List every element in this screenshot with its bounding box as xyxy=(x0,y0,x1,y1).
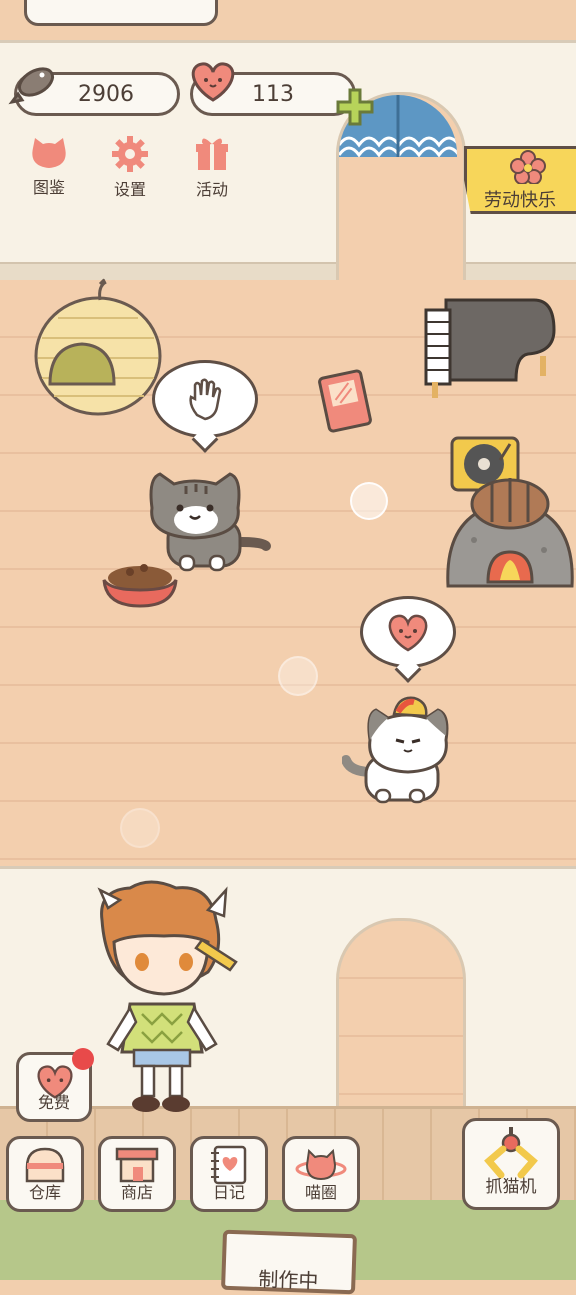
grand-piano[interactable] xyxy=(424,292,556,406)
settings-button[interactable]: 设置 xyxy=(95,136,165,200)
floating-bubble[interactable] xyxy=(120,808,160,848)
flower-icon xyxy=(508,150,548,188)
crafting-status-label: 制作中 xyxy=(257,1266,319,1294)
floating-bubble[interactable] xyxy=(350,482,388,520)
add-hearts-button[interactable] xyxy=(336,88,374,130)
book-item[interactable] xyxy=(314,368,376,438)
food-bowl[interactable] xyxy=(100,556,180,614)
crafting-status-sign[interactable]: 制作中 xyxy=(220,1229,358,1295)
cat-face-icon xyxy=(32,138,66,168)
pet-request-bubble[interactable] xyxy=(152,360,258,438)
events-button[interactable]: 活动 xyxy=(177,136,247,200)
settings-label: 设置 xyxy=(113,180,146,199)
heart-request-bubble[interactable] xyxy=(360,596,456,668)
shop-label: 商店 xyxy=(120,1183,153,1202)
events-label: 活动 xyxy=(195,180,228,199)
straw-cat-bed[interactable] xyxy=(34,278,166,424)
free-reward-label: 免费 xyxy=(37,1093,70,1112)
notification-dot xyxy=(72,1048,94,1070)
shop-button[interactable]: 商店 xyxy=(98,1136,176,1212)
claw-machine-label: 抓猫机 xyxy=(485,1177,537,1197)
fish-icon xyxy=(8,60,58,110)
player-character[interactable] xyxy=(90,880,250,1124)
storage-label: 仓库 xyxy=(28,1183,61,1202)
fish-count: 2906 xyxy=(78,81,134,107)
gift-icon xyxy=(196,138,228,170)
floating-bubble[interactable] xyxy=(278,656,318,696)
gear-icon xyxy=(112,136,148,172)
collection-label: 图鉴 xyxy=(32,178,65,197)
cat-circle-button[interactable]: 喵圈 xyxy=(282,1136,360,1212)
heart-icon xyxy=(186,60,240,108)
collection-button[interactable]: 图鉴 xyxy=(14,136,84,198)
diary-button[interactable]: 日记 xyxy=(190,1136,268,1212)
heart-face-icon xyxy=(388,614,428,652)
cat-circle-label: 喵圈 xyxy=(304,1183,337,1202)
diary-label: 日记 xyxy=(212,1183,245,1202)
heart-count: 113 xyxy=(252,81,294,107)
storage-button[interactable]: 仓库 xyxy=(6,1136,84,1212)
stone-oven[interactable] xyxy=(444,470,576,596)
calico-cat-with-cap[interactable] xyxy=(341,696,470,812)
lower-doorway xyxy=(336,918,466,1111)
hand-icon xyxy=(189,378,222,421)
event-banner-label: 劳动快乐 xyxy=(484,190,556,211)
claw-machine-button[interactable]: 抓猫机 xyxy=(462,1118,560,1210)
top-shelf xyxy=(24,0,218,26)
